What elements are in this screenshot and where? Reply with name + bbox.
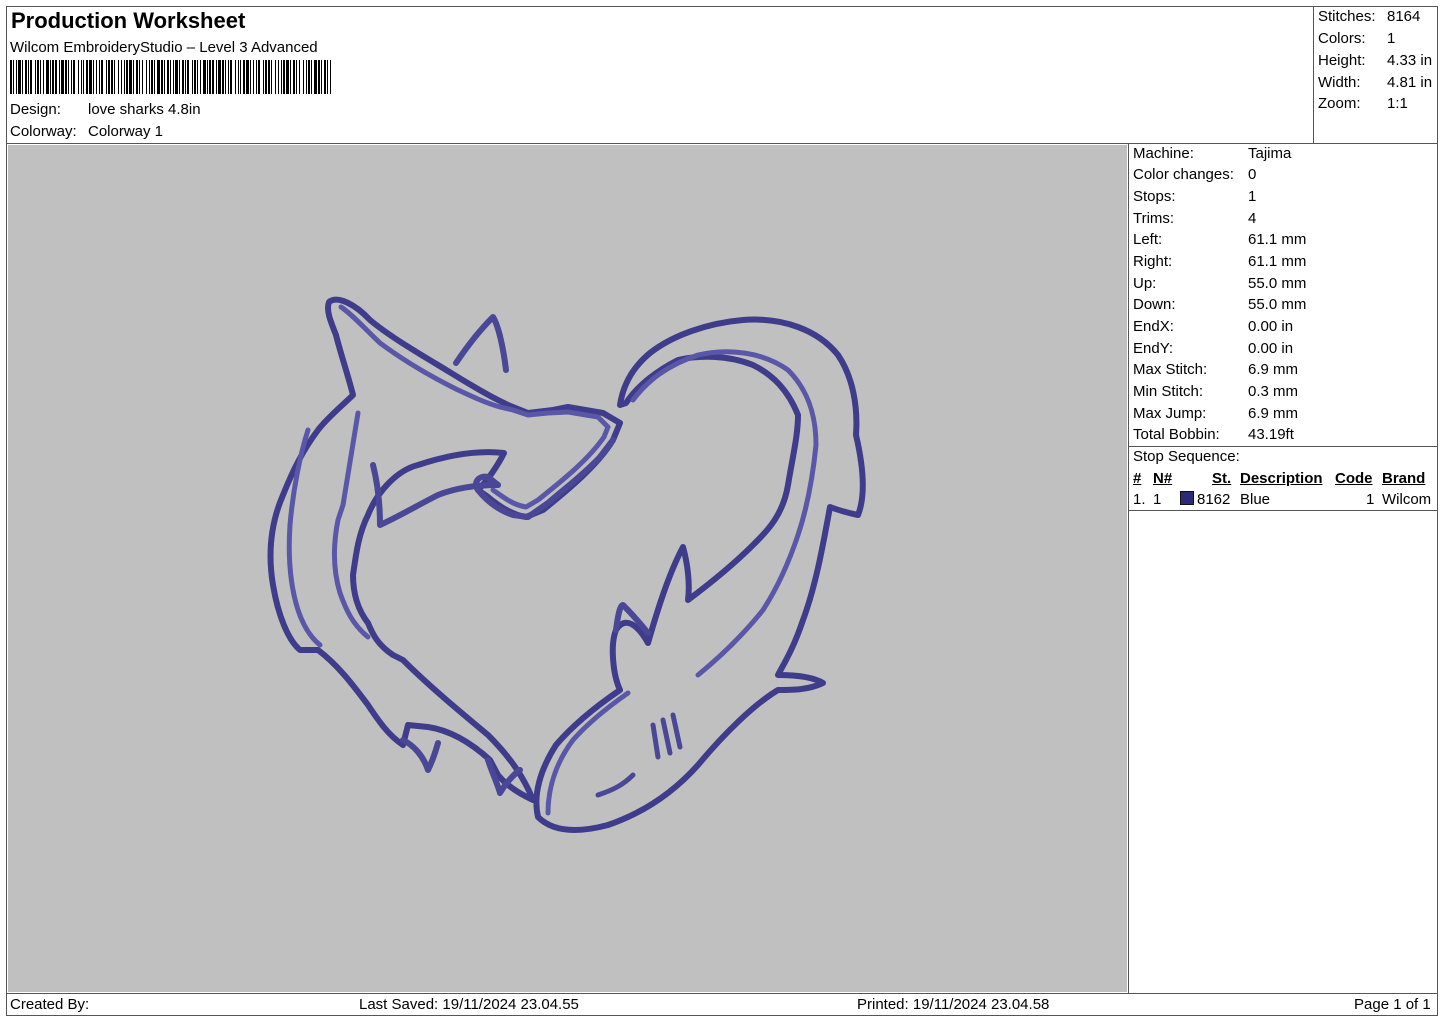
summary-label: Stitches:: [1318, 8, 1376, 25]
column-header: St.: [1212, 470, 1232, 487]
column-header: #: [1133, 470, 1142, 487]
summary-divider: [1313, 6, 1314, 143]
info-label: Trims:: [1133, 210, 1175, 227]
info-value: 61.1 mm: [1248, 231, 1307, 248]
info-panel-divider: [1128, 143, 1129, 993]
header-divider: [6, 143, 1438, 144]
summary-label: Colors:: [1318, 30, 1366, 47]
summary-value: 4.81 in: [1387, 74, 1433, 91]
design-name: love sharks 4.8in: [88, 101, 201, 118]
info-label: Up:: [1133, 275, 1157, 292]
shark-outline-right: [533, 316, 866, 833]
info-label: Max Stitch:: [1133, 361, 1208, 378]
row-index: 1.: [1133, 491, 1146, 508]
design-label: Design:: [10, 101, 61, 118]
colorway-label: Colorway:: [10, 123, 77, 140]
machine-info-divider: [1128, 446, 1438, 447]
info-value: 1: [1248, 188, 1257, 205]
info-value: 43.19ft: [1248, 426, 1294, 443]
info-label: Left:: [1133, 231, 1163, 248]
shark-inner-right: [545, 349, 819, 816]
colorway-value: Colorway 1: [88, 123, 164, 140]
row-code: 1: [1366, 491, 1375, 508]
stop-sequence-divider: [1128, 510, 1438, 511]
info-label: Right:: [1133, 253, 1173, 270]
info-label: EndY:: [1133, 340, 1174, 357]
info-value: Tajima: [1248, 145, 1292, 162]
design-preview: [8, 145, 1127, 992]
info-value: 6.9 mm: [1248, 405, 1299, 422]
info-value: 0.00 in: [1248, 340, 1294, 357]
printed-date: Printed: 19/11/2024 23.04.58: [857, 996, 1050, 1013]
barcode: [10, 60, 334, 94]
row-brand: Wilcom: [1382, 491, 1432, 508]
summary-label: Width:: [1318, 74, 1361, 91]
software-name: Wilcom EmbroideryStudio – Level 3 Advanc…: [10, 39, 318, 56]
info-value: 0.3 mm: [1248, 383, 1299, 400]
hammerhead-dorsal-fin: [453, 314, 509, 373]
summary-value: 1:1: [1387, 95, 1408, 112]
page-number: Page 1 of 1: [1354, 996, 1431, 1013]
stop-sequence-title: Stop Sequence:: [1133, 448, 1240, 465]
shark-inner-left: [286, 304, 611, 648]
info-label: EndX:: [1133, 318, 1174, 335]
embroidery-design: [267, 296, 866, 833]
info-label: Machine:: [1133, 145, 1194, 162]
row-needle: 1: [1153, 491, 1162, 508]
last-saved: Last Saved: 19/11/2024 23.04.55: [359, 996, 579, 1013]
column-header: Brand: [1382, 470, 1426, 487]
column-header: Code: [1335, 470, 1373, 487]
thread-color-swatch: [1180, 491, 1194, 505]
info-value: 0.00 in: [1248, 318, 1294, 335]
summary-value: 4.33 in: [1387, 52, 1433, 69]
info-value: 0: [1248, 166, 1257, 183]
shark-mouth: [595, 772, 636, 798]
shark-gills: [650, 712, 683, 760]
info-label: Min Stitch:: [1133, 383, 1204, 400]
info-value: 61.1 mm: [1248, 253, 1307, 270]
info-label: Max Jump:: [1133, 405, 1207, 422]
info-value: 55.0 mm: [1248, 296, 1307, 313]
summary-label: Zoom:: [1318, 95, 1361, 112]
info-label: Total Bobbin:: [1133, 426, 1220, 443]
row-description: Blue: [1240, 491, 1271, 508]
info-label: Down:: [1133, 296, 1176, 313]
summary-value: 1: [1387, 30, 1396, 47]
info-label: Color changes:: [1133, 166, 1234, 183]
shark-right-fin: [613, 602, 651, 636]
row-stitch-code: 8162: [1197, 491, 1231, 508]
summary-label: Height:: [1318, 52, 1366, 69]
info-value: 4: [1248, 210, 1257, 227]
info-label: Stops:: [1133, 188, 1176, 205]
info-value: 6.9 mm: [1248, 361, 1299, 378]
column-header: N#: [1153, 470, 1173, 487]
column-header: Description: [1240, 470, 1323, 487]
info-value: 55.0 mm: [1248, 275, 1307, 292]
footer-divider: [6, 993, 1438, 994]
summary-value: 8164: [1387, 8, 1421, 25]
created-by: Created By:: [10, 996, 90, 1013]
page-title: Production Worksheet: [11, 8, 246, 33]
shark-outline-left: [267, 296, 623, 803]
